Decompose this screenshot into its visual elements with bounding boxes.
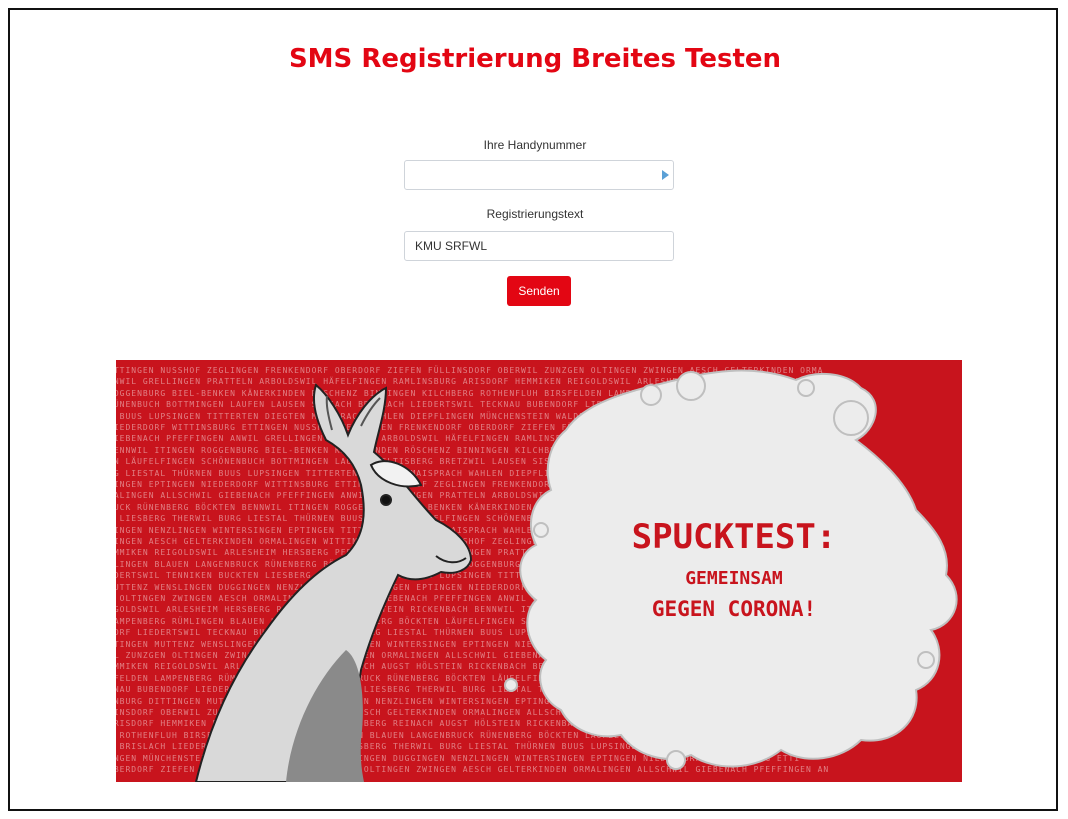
page-title-text: SMS Registrierung Breites Testen <box>288 44 782 74</box>
page-title: SMS Registrierung Breites Testen <box>10 42 1060 76</box>
spucktest-banner: ETTINGEN NUSSHOF ZEGLINGEN FRENKENDORF O… <box>116 360 962 782</box>
page-frame: SMS Registrierung Breites Testen Ihre Ha… <box>8 8 1058 811</box>
banner-line-3: GEGEN CORONA! <box>652 597 816 621</box>
registration-text-value: KMU SRFWL <box>415 239 487 253</box>
autofill-icon[interactable] <box>662 170 669 180</box>
llama-illustration <box>194 383 473 782</box>
phone-input[interactable] <box>404 160 674 190</box>
registration-text-label: Registrierungstext <box>486 207 584 221</box>
registration-text-input[interactable]: KMU SRFWL <box>404 231 674 261</box>
banner-line-2: GEMEINSAM <box>685 568 783 589</box>
banner-illustration: SPUCKTEST: GEMEINSAM GEGEN CORONA! <box>194 369 958 782</box>
send-button[interactable]: Senden <box>507 276 571 306</box>
phone-label: Ihre Handynummer <box>483 138 587 152</box>
banner-headline: SPUCKTEST: <box>632 517 837 557</box>
